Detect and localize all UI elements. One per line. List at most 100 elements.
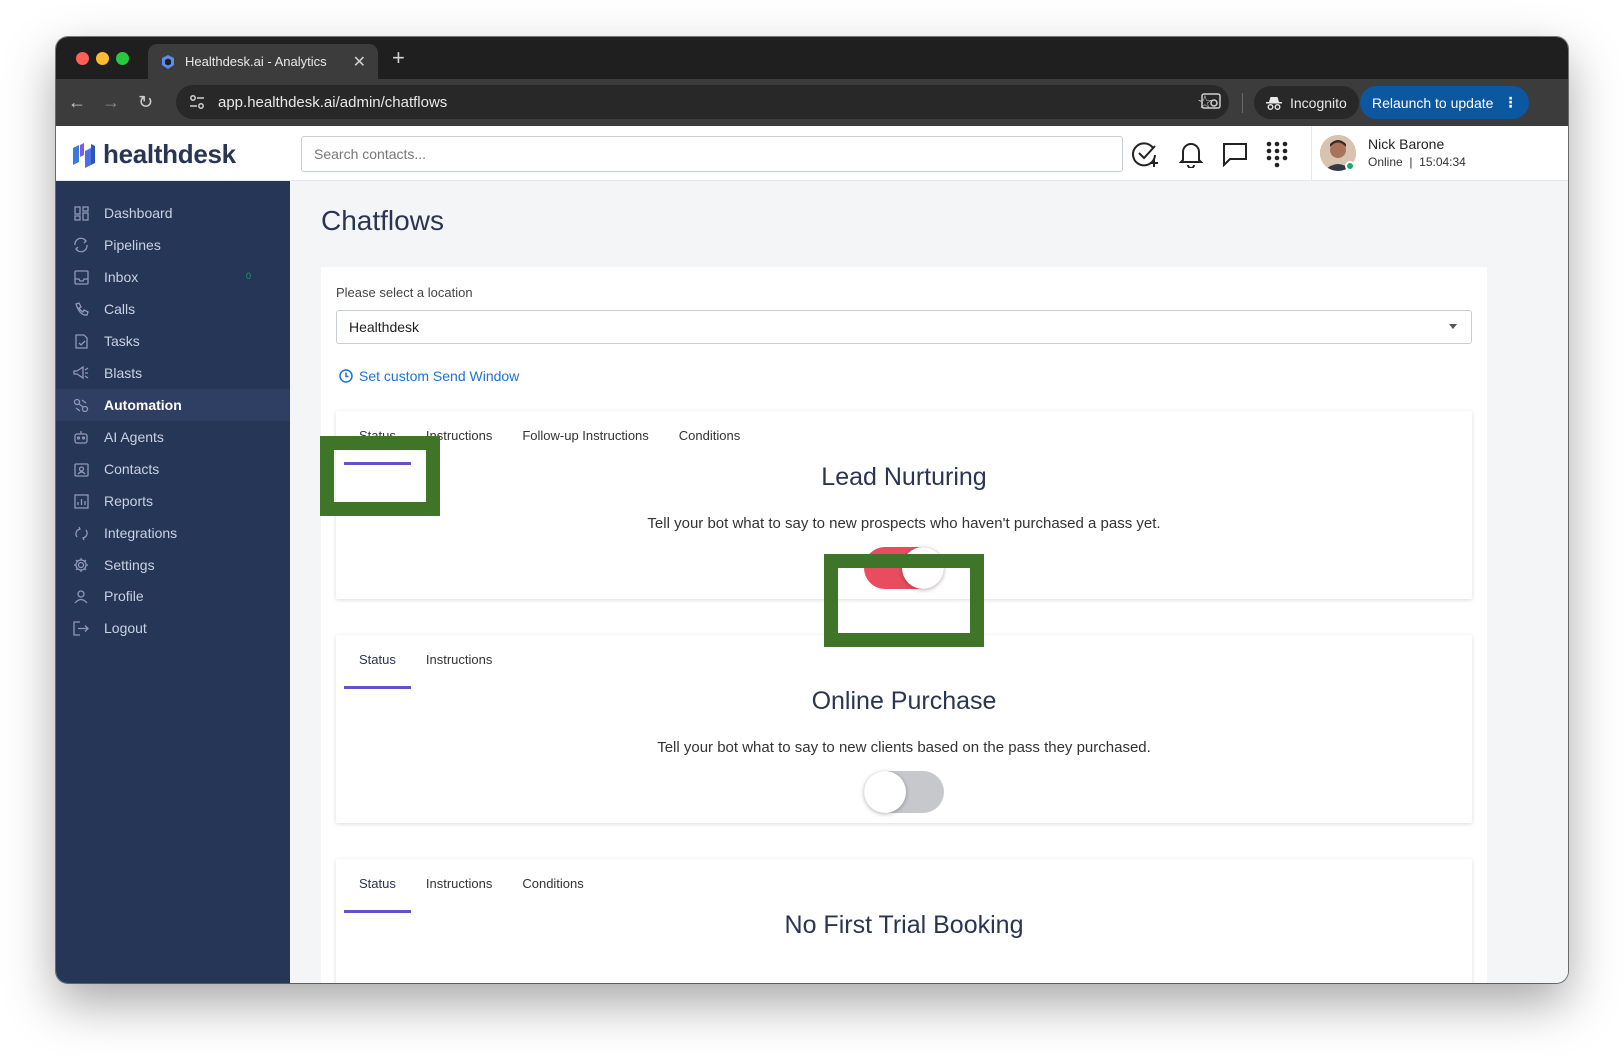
card-title: No First Trial Booking xyxy=(784,911,1024,939)
online-status-dot xyxy=(1345,161,1355,171)
tasks-icon xyxy=(73,333,89,349)
highlight-box-status-toggle xyxy=(824,554,984,647)
dialpad-icon[interactable] xyxy=(1261,138,1293,170)
sidebar-item-pipelines[interactable]: Pipelines xyxy=(56,229,290,261)
sidebar-item-ai-agents[interactable]: AI Agents xyxy=(56,421,290,453)
card-description: Tell your bot what to say to new prospec… xyxy=(647,515,1161,532)
inbox-count-badge: 0 xyxy=(246,271,252,281)
sidebar-item-inbox[interactable]: Inbox 0 xyxy=(56,261,290,293)
browser-tab[interactable]: Healthdesk.ai - Analytics ✕ xyxy=(148,44,378,79)
tab-conditions[interactable]: Conditions xyxy=(664,411,755,465)
card-title: Online Purchase xyxy=(811,687,997,715)
sidebar-item-tasks[interactable]: Tasks xyxy=(56,325,290,357)
sidebar-item-label: AI Agents xyxy=(104,429,164,445)
search-contacts-input[interactable] xyxy=(301,136,1123,172)
healthdesk-logo[interactable]: healthdesk xyxy=(71,139,236,170)
gear-icon xyxy=(73,557,89,573)
more-vert-icon[interactable]: ⋮ xyxy=(1503,94,1517,111)
phone-icon xyxy=(73,301,89,317)
incognito-indicator[interactable]: Incognito xyxy=(1254,86,1359,119)
sidebar-item-label: Integrations xyxy=(104,525,178,541)
healthdesk-logo-icon xyxy=(73,142,95,168)
sidebar-item-label: Settings xyxy=(104,557,155,573)
inbox-icon xyxy=(73,269,89,285)
sidebar-item-dashboard[interactable]: Dashboard xyxy=(56,197,290,229)
sidebar-item-label: Blasts xyxy=(104,365,143,381)
main-content: Chatflows Please select a location Healt… xyxy=(290,181,1568,983)
sidebar-item-label: Inbox xyxy=(104,269,139,285)
pipelines-icon xyxy=(73,237,89,253)
user-status: Online | 15:04:34 xyxy=(1368,155,1466,169)
close-window-button[interactable] xyxy=(76,52,89,65)
incognito-icon xyxy=(1266,96,1282,110)
sidebar-item-contacts[interactable]: Contacts xyxy=(56,453,290,485)
integrations-icon xyxy=(73,525,89,541)
status-toggle[interactable] xyxy=(864,771,944,813)
sidebar-item-label: Automation xyxy=(104,397,182,413)
sidebar-item-label: Contacts xyxy=(104,461,160,477)
minimize-window-button[interactable] xyxy=(96,52,109,65)
card-tabs: Status Instructions Conditions xyxy=(344,859,599,913)
card-description: Tell your bot what to say to new clients… xyxy=(657,739,1151,756)
tab-instructions[interactable]: Instructions xyxy=(411,635,507,689)
send-window-label: Set custom Send Window xyxy=(359,368,520,384)
url-text: app.healthdesk.ai/admin/chatflows xyxy=(218,93,448,111)
relaunch-label: Relaunch to update xyxy=(1372,94,1494,111)
automation-icon xyxy=(73,397,89,413)
messages-icon[interactable] xyxy=(1219,138,1251,170)
page-title: Chatflows xyxy=(321,205,444,236)
new-tab-button[interactable]: + xyxy=(392,45,405,71)
browser-window: Healthdesk.ai - Analytics ✕ + ← → ↻ app.… xyxy=(56,37,1568,983)
user-name[interactable]: Nick Barone xyxy=(1368,136,1444,152)
sidebar: Dashboard Pipelines Inbox 0 Calls Tasks … xyxy=(56,181,290,983)
sidebar-item-settings[interactable]: Settings xyxy=(56,549,290,581)
back-arrow-icon[interactable]: ← xyxy=(68,91,86,113)
sidebar-item-label: Dashboard xyxy=(104,205,173,221)
card-title: Lead Nurturing xyxy=(821,463,987,491)
healthdesk-favicon-icon xyxy=(162,54,174,69)
sidebar-item-profile[interactable]: Profile xyxy=(56,580,290,612)
tab-follow-up-instructions[interactable]: Follow-up Instructions xyxy=(507,411,663,465)
toggle-knob xyxy=(864,771,906,813)
address-bar[interactable]: app.healthdesk.ai/admin/chatflows ☆ xyxy=(176,85,1229,119)
reports-icon xyxy=(73,493,89,509)
site-info-icon[interactable] xyxy=(188,93,206,111)
user-icon xyxy=(73,588,89,604)
browser-toolbar: ← → ↻ app.healthdesk.ai/admin/chatflows … xyxy=(56,79,1568,126)
set-custom-send-window-link[interactable]: Set custom Send Window xyxy=(339,368,519,384)
close-tab-icon[interactable]: ✕ xyxy=(353,52,366,72)
sidebar-item-automation[interactable]: Automation xyxy=(56,389,290,421)
tab-status[interactable]: Status xyxy=(344,859,411,913)
sidebar-item-label: Pipelines xyxy=(104,237,161,253)
clock-icon xyxy=(339,369,353,383)
reload-icon[interactable]: ↻ xyxy=(138,91,153,113)
location-select[interactable]: Healthdesk xyxy=(336,310,1472,344)
browser-tab-title: Healthdesk.ai - Analytics xyxy=(185,54,327,69)
media-cast-icon[interactable] xyxy=(1201,93,1221,111)
add-task-check-icon[interactable] xyxy=(1130,138,1162,170)
maximize-window-button[interactable] xyxy=(116,52,129,65)
robot-icon xyxy=(73,429,89,445)
forward-arrow-icon[interactable]: → xyxy=(102,91,120,113)
highlight-box-status-tab xyxy=(320,436,440,516)
megaphone-icon xyxy=(73,365,89,381)
header-divider xyxy=(1311,126,1312,181)
sidebar-item-blasts[interactable]: Blasts xyxy=(56,357,290,389)
tab-status[interactable]: Status xyxy=(344,635,411,689)
sidebar-item-calls[interactable]: Calls xyxy=(56,293,290,325)
chatflow-card-no-first-trial-booking: Status Instructions Conditions No First … xyxy=(336,859,1472,983)
app-header: healthdesk Search contacts... Nick Baron… xyxy=(56,126,1568,181)
chevron-down-icon xyxy=(1449,324,1457,329)
dashboard-icon xyxy=(73,205,89,221)
sidebar-item-reports[interactable]: Reports xyxy=(56,485,290,517)
tab-conditions[interactable]: Conditions xyxy=(507,859,598,913)
sidebar-item-label: Logout xyxy=(104,620,147,636)
location-select-value: Healthdesk xyxy=(349,319,420,335)
notifications-bell-icon[interactable] xyxy=(1175,138,1207,170)
relaunch-to-update-button[interactable]: Relaunch to update ⋮ xyxy=(1360,86,1530,119)
tab-instructions[interactable]: Instructions xyxy=(411,859,507,913)
sidebar-item-integrations[interactable]: Integrations xyxy=(56,517,290,549)
sidebar-item-logout[interactable]: Logout xyxy=(56,612,290,644)
card-tabs: Status Instructions xyxy=(344,635,507,689)
logo-text: healthdesk xyxy=(103,139,236,169)
